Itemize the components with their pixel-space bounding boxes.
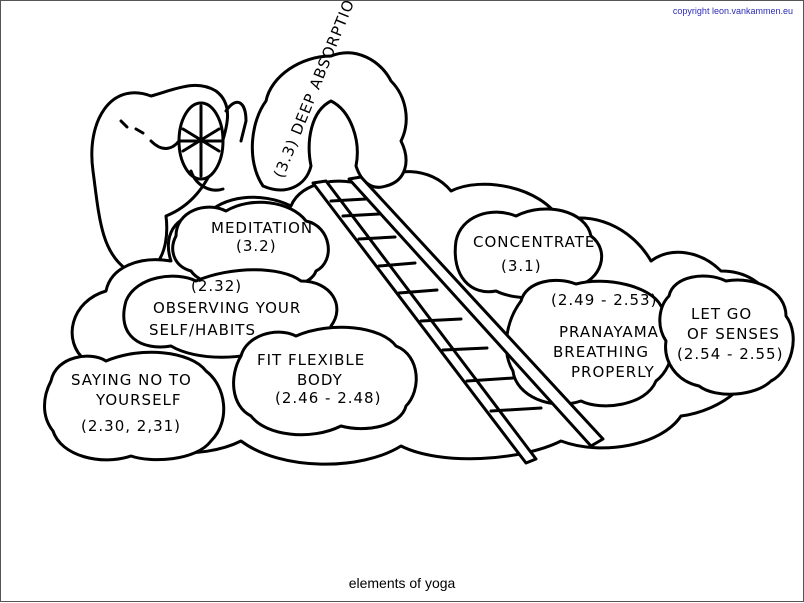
label-pranayama-ref: (2.49 - 2.53) xyxy=(551,291,657,309)
label-fit-body-line2: BODY xyxy=(297,371,343,389)
label-saying-no-line1: SAYING NO TO xyxy=(71,371,192,389)
page-frame: copyright leon.vankammen.eu (3.3) DEEP A… xyxy=(0,0,804,602)
label-fit-body-line1: FIT FLEXIBLE xyxy=(257,351,365,369)
label-fit-body-ref: (2.46 - 2.48) xyxy=(275,389,381,407)
label-observing-ref: (2.32) xyxy=(191,277,242,295)
label-concentrate-ref: (3.1) xyxy=(501,257,542,275)
label-saying-no-line2: YOURSELF xyxy=(95,391,182,409)
label-pranayama-line2: BREATHING xyxy=(553,343,649,361)
label-pranayama-line3: PROPERLY xyxy=(571,363,655,381)
figure-caption: elements of yoga xyxy=(348,575,456,591)
label-saying-no-ref: (2.30, 2,31) xyxy=(81,417,181,435)
label-observing-line2: SELF/HABITS xyxy=(149,321,256,339)
label-senses-line1: LET GO xyxy=(691,305,752,323)
label-pranayama-line1: PRANAYAMA xyxy=(559,323,659,341)
label-meditation-ref: (3.2) xyxy=(236,237,277,255)
yoga-illustration: (3.3) DEEP ABSORPTION MEDITATION (3.2) C… xyxy=(43,1,795,466)
label-meditation-title: MEDITATION xyxy=(211,219,313,237)
label-concentrate-title: CONCENTRATE xyxy=(473,233,595,251)
label-senses-line2: OF SENSES xyxy=(687,325,780,343)
label-observing-line1: OBSERVING YOUR xyxy=(153,299,301,317)
label-senses-ref: (2.54 - 2.55) xyxy=(677,345,783,363)
